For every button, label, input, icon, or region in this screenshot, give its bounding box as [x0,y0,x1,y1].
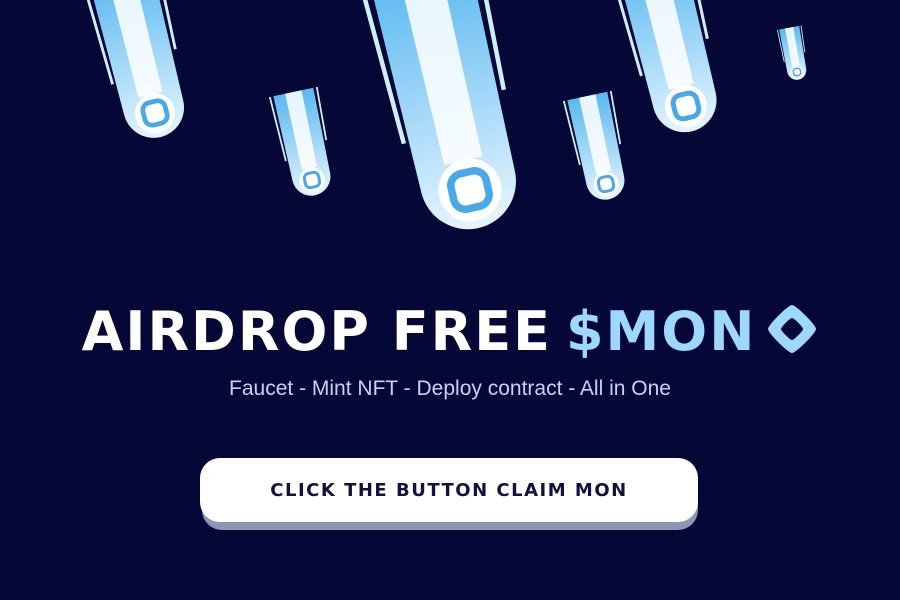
monad-diamond-icon [768,305,817,354]
comet-mid-right [562,89,635,206]
comet-mid-left [268,85,341,202]
comet-top-left [84,0,198,146]
comet-top-right [611,0,731,141]
claim-mon-button[interactable]: CLICK THE BUTTON CLAIM MON [200,458,698,522]
comet-small-far-right [776,24,811,83]
claim-mon-button-label: CLICK THE BUTTON CLAIM MON [270,479,628,501]
headline: AIRDROP FREE $MON [0,296,900,368]
subtitle: Faucet - Mint NFT - Deploy contract - Al… [229,377,671,400]
headline-airdrop-free: AIRDROP FREE [81,300,552,363]
airdrop-banner: AIRDROP FREE $MON Faucet - Mint NFT - Dep… [0,0,900,600]
headline-mon-ticker: $MON [565,300,757,363]
comet-large [361,0,537,241]
